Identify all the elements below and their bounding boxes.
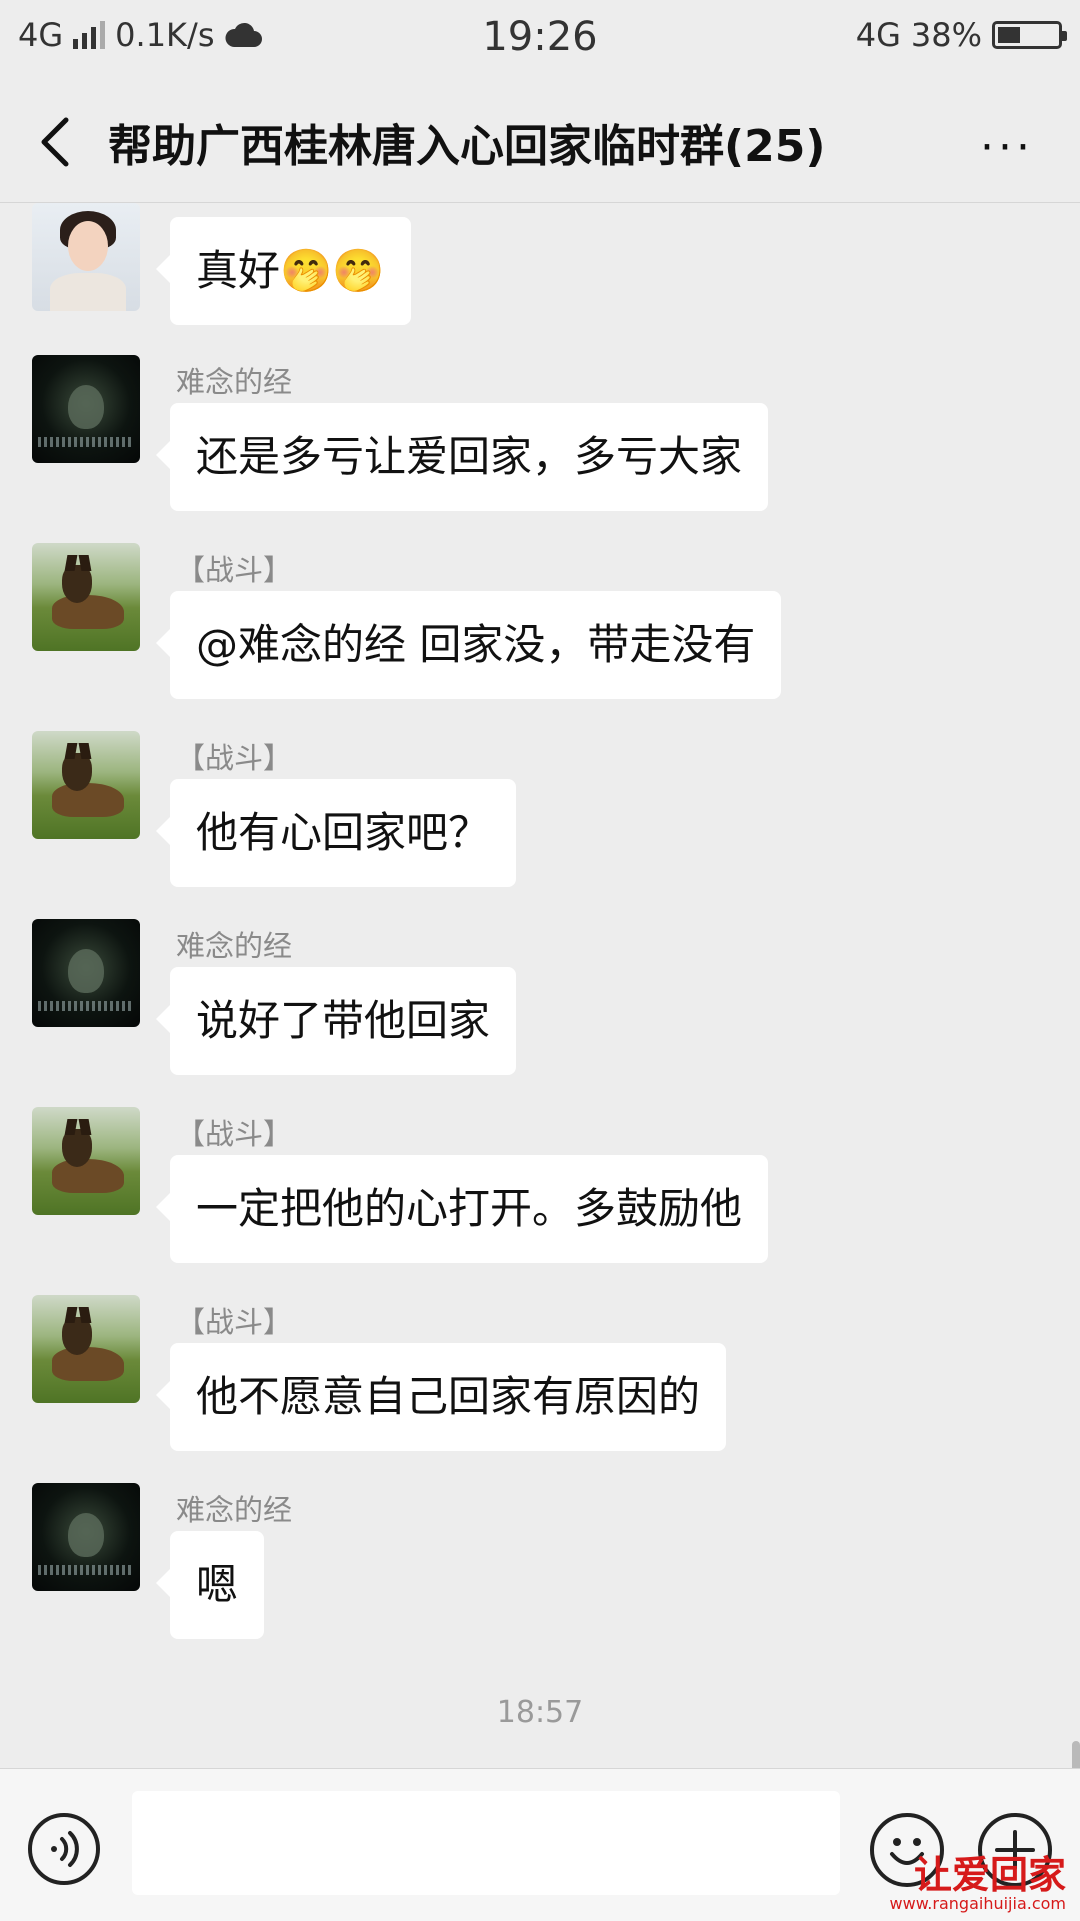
sender-name: 难念的经 (176, 929, 293, 963)
message-bubble[interactable]: 真好🤭🤭 (156, 217, 411, 325)
dog-avatar[interactable] (32, 543, 140, 651)
sender-name: 【战斗】 (176, 553, 293, 587)
group-title: 帮助广西桂林唐入心回家临时群(25) (108, 121, 826, 172)
network-indicator-right: 4G (855, 16, 901, 54)
scrollbar[interactable] (1072, 1741, 1080, 1768)
sender-name: 难念的经 (176, 1493, 293, 1527)
message-bubble[interactable]: 一定把他的心打开。多鼓励他 (155, 1155, 769, 1263)
dog-avatar[interactable] (32, 731, 140, 839)
sender-name: 难念的经 (176, 365, 293, 399)
sender-name: 【战斗】 (176, 1117, 293, 1151)
input-bar: 让爱回家 www.rangaihuijia.com (0, 1768, 1080, 1921)
battery-percent: 38% (910, 16, 982, 54)
message-bubble[interactable]: @难念的经 回家没，带走没有 (155, 591, 782, 699)
more-options-icon[interactable]: ··· (980, 122, 1034, 173)
dark-mask-avatar[interactable] (32, 355, 140, 463)
dark-mask-avatar[interactable] (32, 1483, 140, 1591)
message-list[interactable]: 真好🤭🤭 难念的经 还是多亏让爱回家，多亏大家 【战斗】 @难念的经 回家没，带… (0, 203, 1080, 1768)
sender-name: 【战斗】 (176, 741, 293, 775)
message-bubble[interactable]: 还是多亏让爱回家，多亏大家 (155, 403, 769, 511)
message-timestamp: 18:57 (496, 1695, 584, 1730)
watermark: 让爱回家 www.rangaihuijia.com (890, 1855, 1066, 1913)
status-right: 4G 38% (855, 16, 1067, 54)
dark-mask-avatar[interactable] (32, 919, 140, 1027)
watermark-url: www.rangaihuijia.com (889, 1894, 1066, 1913)
dog-avatar[interactable] (32, 1107, 140, 1215)
message-bubble[interactable]: 说好了带他回家 (155, 967, 517, 1075)
message-input[interactable] (132, 1791, 840, 1895)
back-arrow-icon[interactable] (36, 114, 76, 170)
chat-header: 帮助广西桂林唐入心回家临时群(25) ··· (0, 78, 1080, 203)
message-bubble[interactable]: 嗯 (155, 1531, 265, 1639)
message-bubble[interactable]: 他不愿意自己回家有原因的 (155, 1343, 727, 1451)
voice-input-icon[interactable] (28, 1813, 100, 1885)
status-bar: 4G 0.1K/s 19:26 4G 38% (0, 0, 1080, 78)
message-bubble[interactable]: 他有心回家吧？ (155, 779, 517, 887)
sender-name: 【战斗】 (176, 1305, 293, 1339)
dog-avatar[interactable] (32, 1295, 140, 1403)
battery-icon (992, 21, 1067, 49)
watermark-brand: 让爱回家 (913, 1852, 1066, 1897)
girl-avatar[interactable] (32, 203, 140, 311)
